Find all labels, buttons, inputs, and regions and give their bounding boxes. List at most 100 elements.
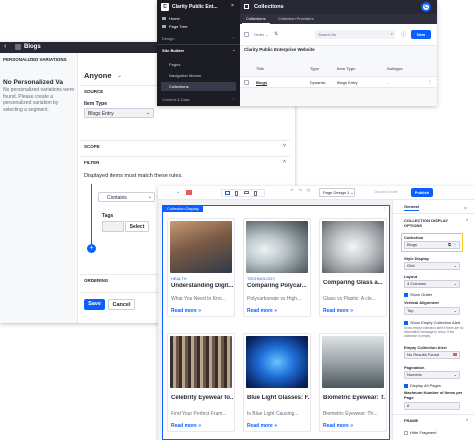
close-menu-icon[interactable]: ×: [231, 3, 234, 9]
tab-collection-providers-label: Collection Providers: [278, 16, 314, 21]
item-type-value: Blogs Entry: [88, 111, 114, 117]
info-icon[interactable]: ⓘ: [401, 31, 406, 38]
nav-design[interactable]: Design: [162, 36, 174, 41]
tags-select-button[interactable]: Select: [125, 221, 149, 232]
display-all-pages-checkbox[interactable]: [404, 383, 408, 388]
blog-card-read-more[interactable]: Read more »: [247, 423, 277, 429]
undo-icon[interactable]: ↶: [290, 188, 294, 194]
blog-card[interactable]: TECHNOLOGY Comparing Polycar... Polycarb…: [243, 218, 311, 317]
item-type-select[interactable]: Blogs Entry ⌄: [84, 108, 154, 118]
blog-card[interactable]: Celebrity Eyewear to... Find Your Perfec…: [167, 333, 235, 432]
order-dropdown[interactable]: Order ⌄: [254, 32, 269, 37]
row-item-type: Blogs Entry: [337, 80, 358, 85]
collection-selector[interactable]: Blogs ⧉ ⋮: [404, 241, 460, 249]
scope-chevron-icon[interactable]: ˅: [283, 143, 286, 149]
fragment-label-tag[interactable]: Collection Display: [163, 205, 203, 212]
nav-page-tree[interactable]: Page Tree: [162, 24, 187, 29]
collection-options-icon[interactable]: ⧉: [448, 242, 451, 248]
show-empty-description: Show empty collection alert if there are…: [404, 326, 464, 338]
blog-card-read-more[interactable]: Read more »: [323, 308, 353, 314]
nav-site-builder[interactable]: Site Builder: [162, 48, 184, 53]
cancel-button[interactable]: Cancel: [108, 299, 135, 310]
show-empty-checkbox[interactable]: [404, 320, 408, 325]
frame-chevron-icon[interactable]: ˄: [466, 417, 468, 422]
blog-card-summary: Is Blue Light Causing...: [247, 411, 299, 417]
redo-icon[interactable]: ↷: [298, 188, 302, 194]
fragment-options-icon[interactable]: ⋮: [382, 205, 387, 211]
nav-home[interactable]: Home: [162, 16, 180, 21]
tab-collections[interactable]: Collections: [242, 14, 270, 24]
col-subtype: Subtype: [387, 66, 403, 71]
row-actions-icon[interactable]: ⋮: [428, 79, 432, 84]
mobile-landscape-icon[interactable]: [244, 191, 249, 194]
new-button[interactable]: New: [411, 30, 431, 39]
hide-fragment-checkbox[interactable]: [404, 430, 408, 435]
discard-draft-button[interactable]: Discard Draft: [374, 189, 397, 194]
empty-alert-input[interactable]: No Results Found: [404, 351, 460, 359]
contains-value: Contains: [107, 195, 127, 201]
tags-input[interactable]: [102, 221, 124, 232]
blog-card[interactable]: Biometric Eyewear: T... Biometric Eyewea…: [319, 333, 387, 432]
nav-content-data[interactable]: Content & Data: [162, 97, 189, 102]
table-row[interactable]: Blogs Dynamic Blogs Entry - ⋮: [240, 76, 437, 88]
blog-card-read-more[interactable]: Read more »: [323, 423, 353, 429]
tab-general[interactable]: General: [404, 204, 419, 211]
translate-flag-icon[interactable]: [453, 353, 457, 356]
nav-navigation-menus[interactable]: Navigation Menus: [169, 73, 201, 78]
segment-info-icon[interactable]: ⌄: [117, 72, 122, 79]
history-icon[interactable]: ⟲: [306, 188, 310, 194]
back-arrow-icon[interactable]: ‹: [4, 43, 6, 50]
experience-flag-icon[interactable]: [186, 190, 192, 195]
filter-chevron-icon[interactable]: ˄: [283, 159, 286, 165]
collection-more-icon[interactable]: ⋮: [453, 242, 457, 248]
max-items-label: Maximum Number of Items per Page: [404, 390, 463, 400]
close-panel-icon[interactable]: ×: [464, 206, 467, 212]
blog-card-read-more[interactable]: Read more »: [171, 423, 201, 429]
search-input[interactable]: Search for ⌕: [315, 30, 395, 39]
user-avatar[interactable]: C: [421, 2, 431, 12]
nav-design-label: Design: [162, 36, 175, 41]
row-title[interactable]: Blogs: [256, 80, 267, 85]
blog-card[interactable]: Comparing Glass a... Glass vs Plastic: A…: [319, 218, 387, 317]
contains-select[interactable]: Contains ⌄: [98, 192, 155, 202]
undo-dropdown-icon[interactable]: ⌄: [176, 189, 180, 195]
row-checkbox[interactable]: [244, 80, 249, 85]
tab-collection-providers[interactable]: Collection Providers: [274, 14, 318, 24]
blog-card-category: TECHNOLOGY: [247, 276, 276, 281]
nav-collections-label: Collections: [169, 84, 189, 89]
hide-fragment-toggle[interactable]: Hide Fragment: [404, 430, 436, 435]
no-variations-title: No Personalized Va: [3, 79, 63, 86]
pagination-label: Pagination: [404, 365, 425, 370]
pagination-select[interactable]: Numeric ⌄: [404, 371, 460, 379]
mobile-portrait-icon[interactable]: [254, 191, 257, 196]
blog-card-title: Comparing Glass a...: [323, 280, 383, 286]
display-all-pages-toggle[interactable]: Display All Pages: [404, 383, 441, 388]
blog-card-title: Understanding Digit...: [171, 283, 233, 289]
section-chevron-icon[interactable]: ˄: [466, 217, 468, 222]
max-items-input[interactable]: 6: [404, 402, 460, 410]
page-editor-window: ⌄ ↶ ↷ ⟲ Page Design 1 ⌄ Discard Draft Pu…: [158, 186, 474, 440]
blog-card[interactable]: HEALTH Understanding Digit... What You N…: [167, 218, 235, 317]
variations-heading: PERSONALIZED VARIATIONS: [3, 57, 67, 62]
blog-card-read-more[interactable]: Read more »: [247, 308, 277, 314]
desktop-icon[interactable]: [225, 191, 230, 195]
show-gutter-checkbox[interactable]: [404, 292, 408, 297]
blog-card-read-more[interactable]: Read more »: [171, 308, 201, 314]
select-all-checkbox[interactable]: [244, 32, 249, 37]
show-empty-toggle[interactable]: Show Empty Collection Alert: [404, 320, 460, 325]
add-rule-button[interactable]: +: [87, 244, 96, 253]
blog-card-summary: Biometric Eyewear: Th...: [323, 411, 378, 417]
blog-card[interactable]: Blue Light Glasses: F... Is Blue Light C…: [243, 333, 311, 432]
style-display-select[interactable]: Grid ⌄: [404, 262, 460, 270]
nav-collections[interactable]: Collections: [161, 82, 236, 91]
nav-pages[interactable]: Pages: [169, 62, 180, 67]
save-button[interactable]: Save: [84, 299, 105, 310]
publish-button[interactable]: Publish: [411, 188, 433, 197]
collection-display-fragment[interactable]: Collection Display ⋮ HEALTH Understandin…: [162, 205, 390, 440]
tablet-icon[interactable]: [235, 191, 238, 196]
show-gutter-toggle[interactable]: Show Gutter: [404, 292, 432, 297]
vertical-alignment-select[interactable]: Top ⌄: [404, 307, 460, 315]
sort-icon[interactable]: ⇅: [274, 31, 278, 37]
layout-select[interactable]: 3 Columns ⌄: [404, 280, 460, 288]
page-design-dropdown[interactable]: Page Design 1 ⌄: [319, 188, 355, 197]
